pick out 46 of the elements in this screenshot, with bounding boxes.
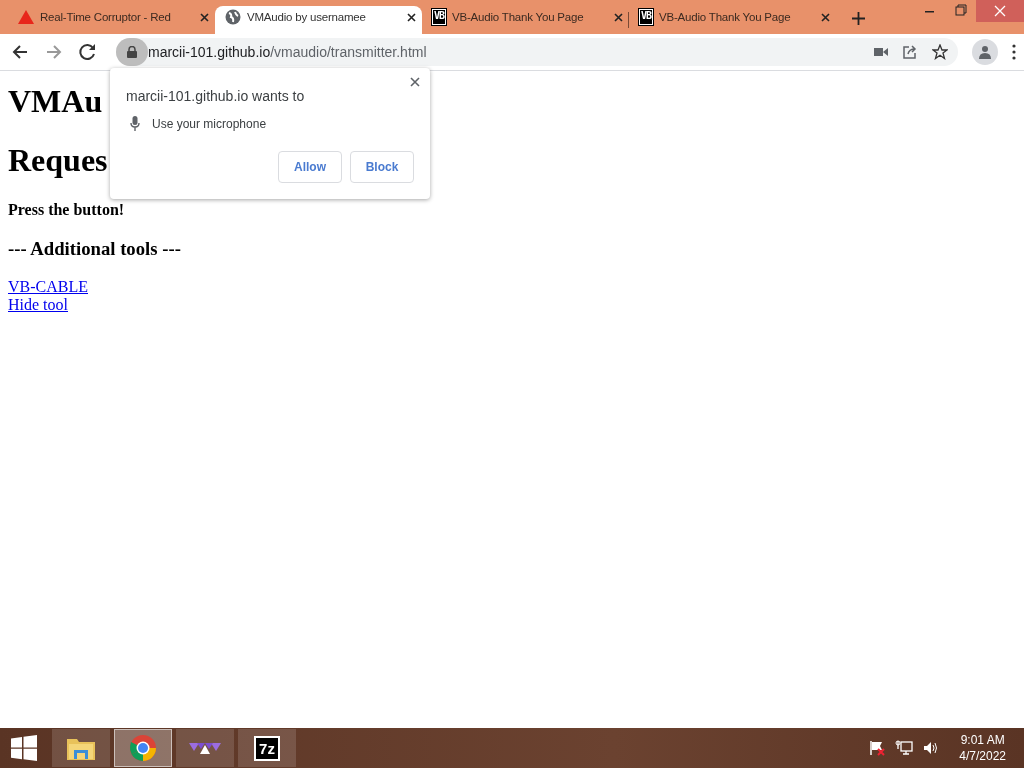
camera-icon[interactable] [874,46,888,58]
close-icon[interactable] [407,12,416,22]
flag-icon[interactable] [869,740,886,756]
browser-tab[interactable]: VB VB-Audio Thank You Page [422,6,629,34]
vb-logo-icon: VB [432,9,447,25]
permission-button[interactable]: Block [350,151,414,183]
triangles-icon [189,740,221,756]
network-icon[interactable] [895,740,914,756]
close-icon[interactable] [821,12,830,22]
close-icon[interactable] [410,77,420,87]
chrome-icon [129,734,157,762]
globe-icon [225,9,241,25]
instruction-text: Press the button! [8,201,125,219]
clock[interactable]: 9:01 AM 4/7/2022 [959,732,1006,764]
browser-tab[interactable]: Real-Time Corruptor - Red [8,6,215,34]
taskbar-app-button[interactable] [52,729,110,767]
link[interactable]: VB-CABLE [8,278,88,296]
star-icon[interactable] [932,44,948,60]
taskbar-app-button[interactable] [176,729,234,767]
new-tab-icon[interactable] [852,12,865,25]
microphone-icon [130,116,140,131]
archive-app-icon: 7z [254,735,280,761]
address-bar[interactable]: marcii-101.github.io/vmaudio/transmitter.html [116,38,958,66]
lock-icon [127,46,137,58]
reload-icon[interactable] [78,42,98,62]
close-icon[interactable] [614,12,623,22]
close-icon[interactable] [200,12,209,22]
browser-tab[interactable]: VB VB-Audio Thank You Page [629,6,836,34]
volume-icon[interactable] [923,741,940,755]
permission-text: Use your microphone [152,116,267,131]
section-heading: --- Additional tools --- [8,238,181,260]
page-heading: VMAu [8,83,103,120]
permission-title: marcii-101.github.io wants to [126,88,306,104]
warning-icon [18,10,34,24]
link[interactable]: Hide tool [8,296,68,314]
person-icon [978,45,992,59]
windows-start-icon[interactable] [11,735,37,761]
browser-tab[interactable]: VMAudio by usernamee [215,6,422,34]
taskbar-app-button[interactable] [114,729,172,767]
profile-button[interactable] [972,39,998,65]
taskbar-app-button[interactable]: 7z [238,729,296,767]
permission-button[interactable]: Allow [278,151,342,183]
share-icon[interactable] [902,44,918,60]
status-heading: Reques [8,142,108,179]
vb-logo-icon: VB [639,9,654,25]
menu-icon[interactable] [1012,44,1016,60]
